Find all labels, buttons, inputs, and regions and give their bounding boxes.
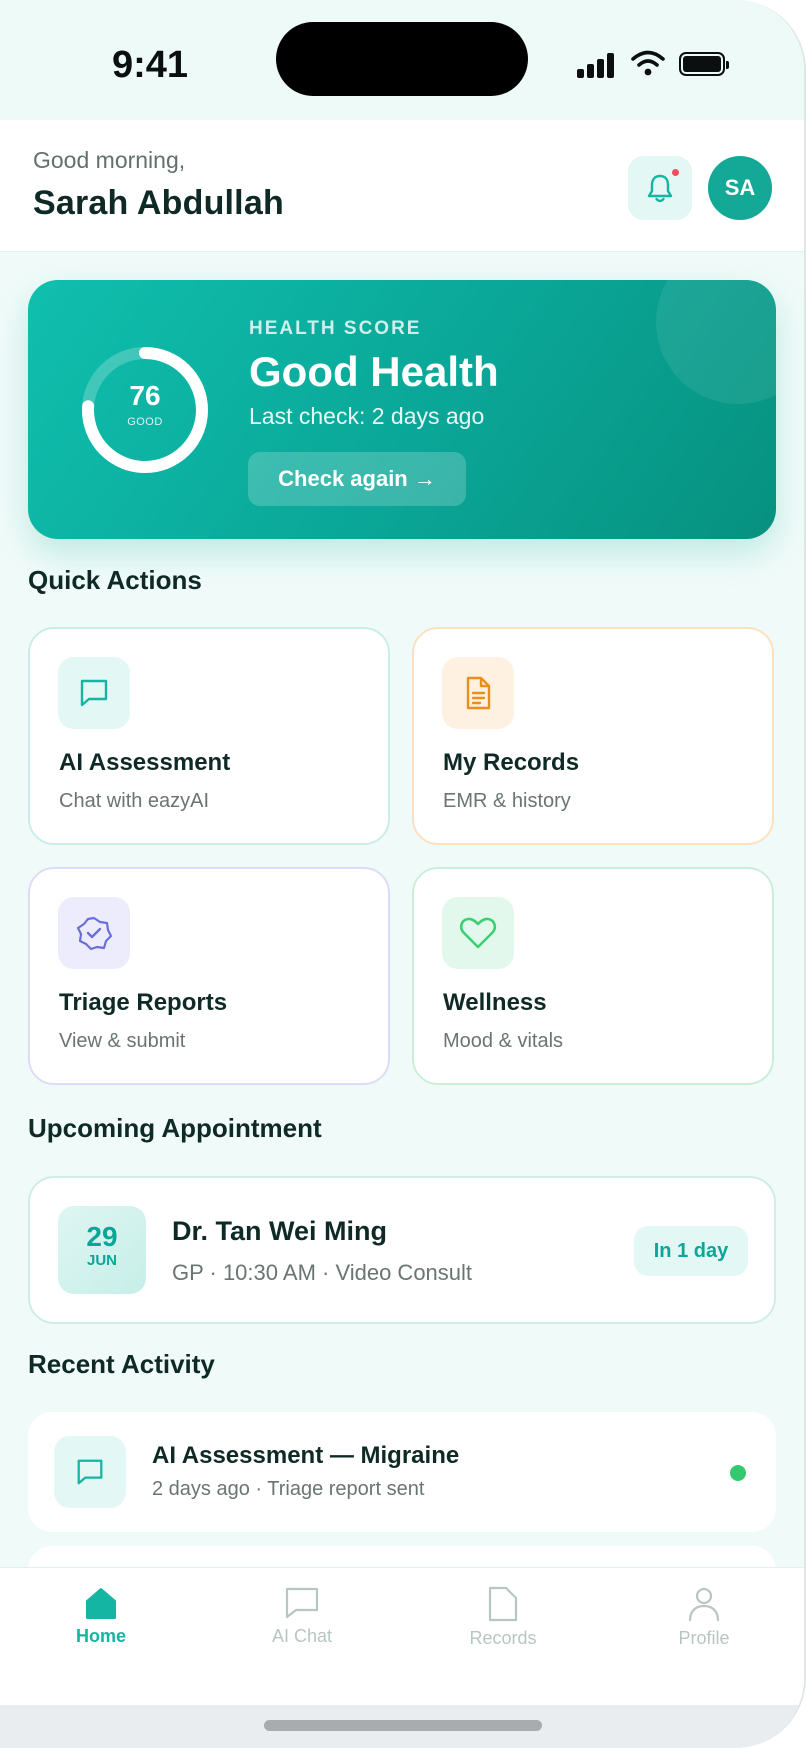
- activity-meta: 2 days ago · Triage report sent: [152, 1478, 425, 1500]
- last-check-text: Last check: 2 days ago: [249, 403, 485, 429]
- cellular-signal-icon: [577, 52, 615, 78]
- recent-activity-title: Recent Activity: [28, 1349, 215, 1379]
- nav-label: Home: [75, 1626, 126, 1646]
- chat-icon: [58, 657, 130, 729]
- health-status-title: Good Health: [249, 348, 499, 395]
- decorative-circle: [656, 280, 776, 404]
- nav-label: Profile: [678, 1628, 730, 1648]
- user-icon: [688, 1587, 720, 1622]
- quick-action-my-records[interactable]: My Records EMR & history: [412, 627, 774, 845]
- nav-label: Records: [469, 1628, 537, 1648]
- quick-action-subtitle: Mood & vitals: [443, 1030, 564, 1052]
- upcoming-appointment-title: Upcoming Appointment: [28, 1113, 322, 1143]
- bell-icon: [647, 174, 673, 203]
- document-icon: [488, 1586, 518, 1622]
- nav-records[interactable]: Records: [443, 1586, 563, 1676]
- phone-screen: 9:41 Good morning, Sarah Abdullah SA 76 …: [0, 0, 806, 1748]
- check-again-button[interactable]: Check again →: [248, 452, 466, 506]
- notifications-button[interactable]: [628, 156, 692, 220]
- document-icon: [442, 657, 514, 729]
- bottom-navigation: Home AI Chat Records Profile: [0, 1567, 804, 1705]
- quick-action-title: My Records: [443, 749, 580, 776]
- home-icon: [86, 1588, 116, 1619]
- quick-action-title: Wellness: [443, 989, 547, 1016]
- nav-label: AI Chat: [271, 1626, 333, 1646]
- appointment-month: JUN: [86, 1252, 117, 1269]
- status-time: 9:41: [112, 44, 189, 86]
- nav-home[interactable]: Home: [41, 1586, 161, 1676]
- quick-action-triage-reports[interactable]: Triage Reports View & submit: [28, 867, 390, 1085]
- nav-ai-chat[interactable]: AI Chat: [242, 1586, 362, 1676]
- quick-action-subtitle: EMR & history: [443, 790, 571, 812]
- chat-icon: [54, 1436, 126, 1508]
- activity-item[interactable]: AI Assessment — Migraine 2 days ago · Tr…: [28, 1412, 776, 1532]
- quick-actions-title: Quick Actions: [28, 565, 202, 595]
- dynamic-island: [276, 22, 528, 96]
- quick-action-title: AI Assessment: [59, 749, 231, 776]
- appointment-countdown-badge: In 1 day: [634, 1226, 748, 1276]
- appointment-day: 29: [86, 1221, 118, 1252]
- health-score-card[interactable]: 76 GOOD HEALTH SCORE Good Health Last ch…: [28, 280, 776, 539]
- greeting-text: Good morning,: [33, 147, 186, 173]
- health-score-label: GOOD: [127, 416, 163, 428]
- appointment-card[interactable]: 29 JUN Dr. Tan Wei Ming GP · 10:30 AM · …: [28, 1176, 776, 1324]
- avatar[interactable]: SA: [708, 156, 772, 220]
- nav-profile[interactable]: Profile: [644, 1586, 764, 1676]
- battery-icon: [679, 52, 729, 76]
- app-header: Good morning, Sarah Abdullah SA: [0, 120, 804, 252]
- quick-action-subtitle: Chat with eazyAI: [59, 790, 210, 812]
- quick-action-wellness[interactable]: Wellness Mood & vitals: [412, 867, 774, 1085]
- appointment-doctor: Dr. Tan Wei Ming: [172, 1216, 388, 1246]
- activity-status-dot: [730, 1465, 746, 1481]
- activity-title: AI Assessment — Migraine: [152, 1442, 460, 1469]
- quick-action-title: Triage Reports: [59, 989, 228, 1016]
- quick-action-ai-assessment[interactable]: AI Assessment Chat with eazyAI: [28, 627, 390, 845]
- health-score-eyebrow: HEALTH SCORE: [249, 318, 422, 339]
- notification-dot: [670, 167, 681, 178]
- badge-check-icon: [58, 897, 130, 969]
- appointment-details: GP · 10:30 AM · Video Consult: [172, 1260, 473, 1285]
- home-indicator[interactable]: [264, 1720, 542, 1731]
- quick-action-subtitle: View & submit: [59, 1030, 186, 1052]
- heart-icon: [442, 897, 514, 969]
- chat-icon: [285, 1587, 319, 1619]
- wifi-icon: [631, 50, 665, 76]
- health-score-value: 76: [129, 380, 161, 411]
- user-name: Sarah Abdullah: [33, 184, 284, 222]
- appointment-date: 29 JUN: [58, 1206, 146, 1294]
- status-bar: 9:41: [0, 0, 804, 120]
